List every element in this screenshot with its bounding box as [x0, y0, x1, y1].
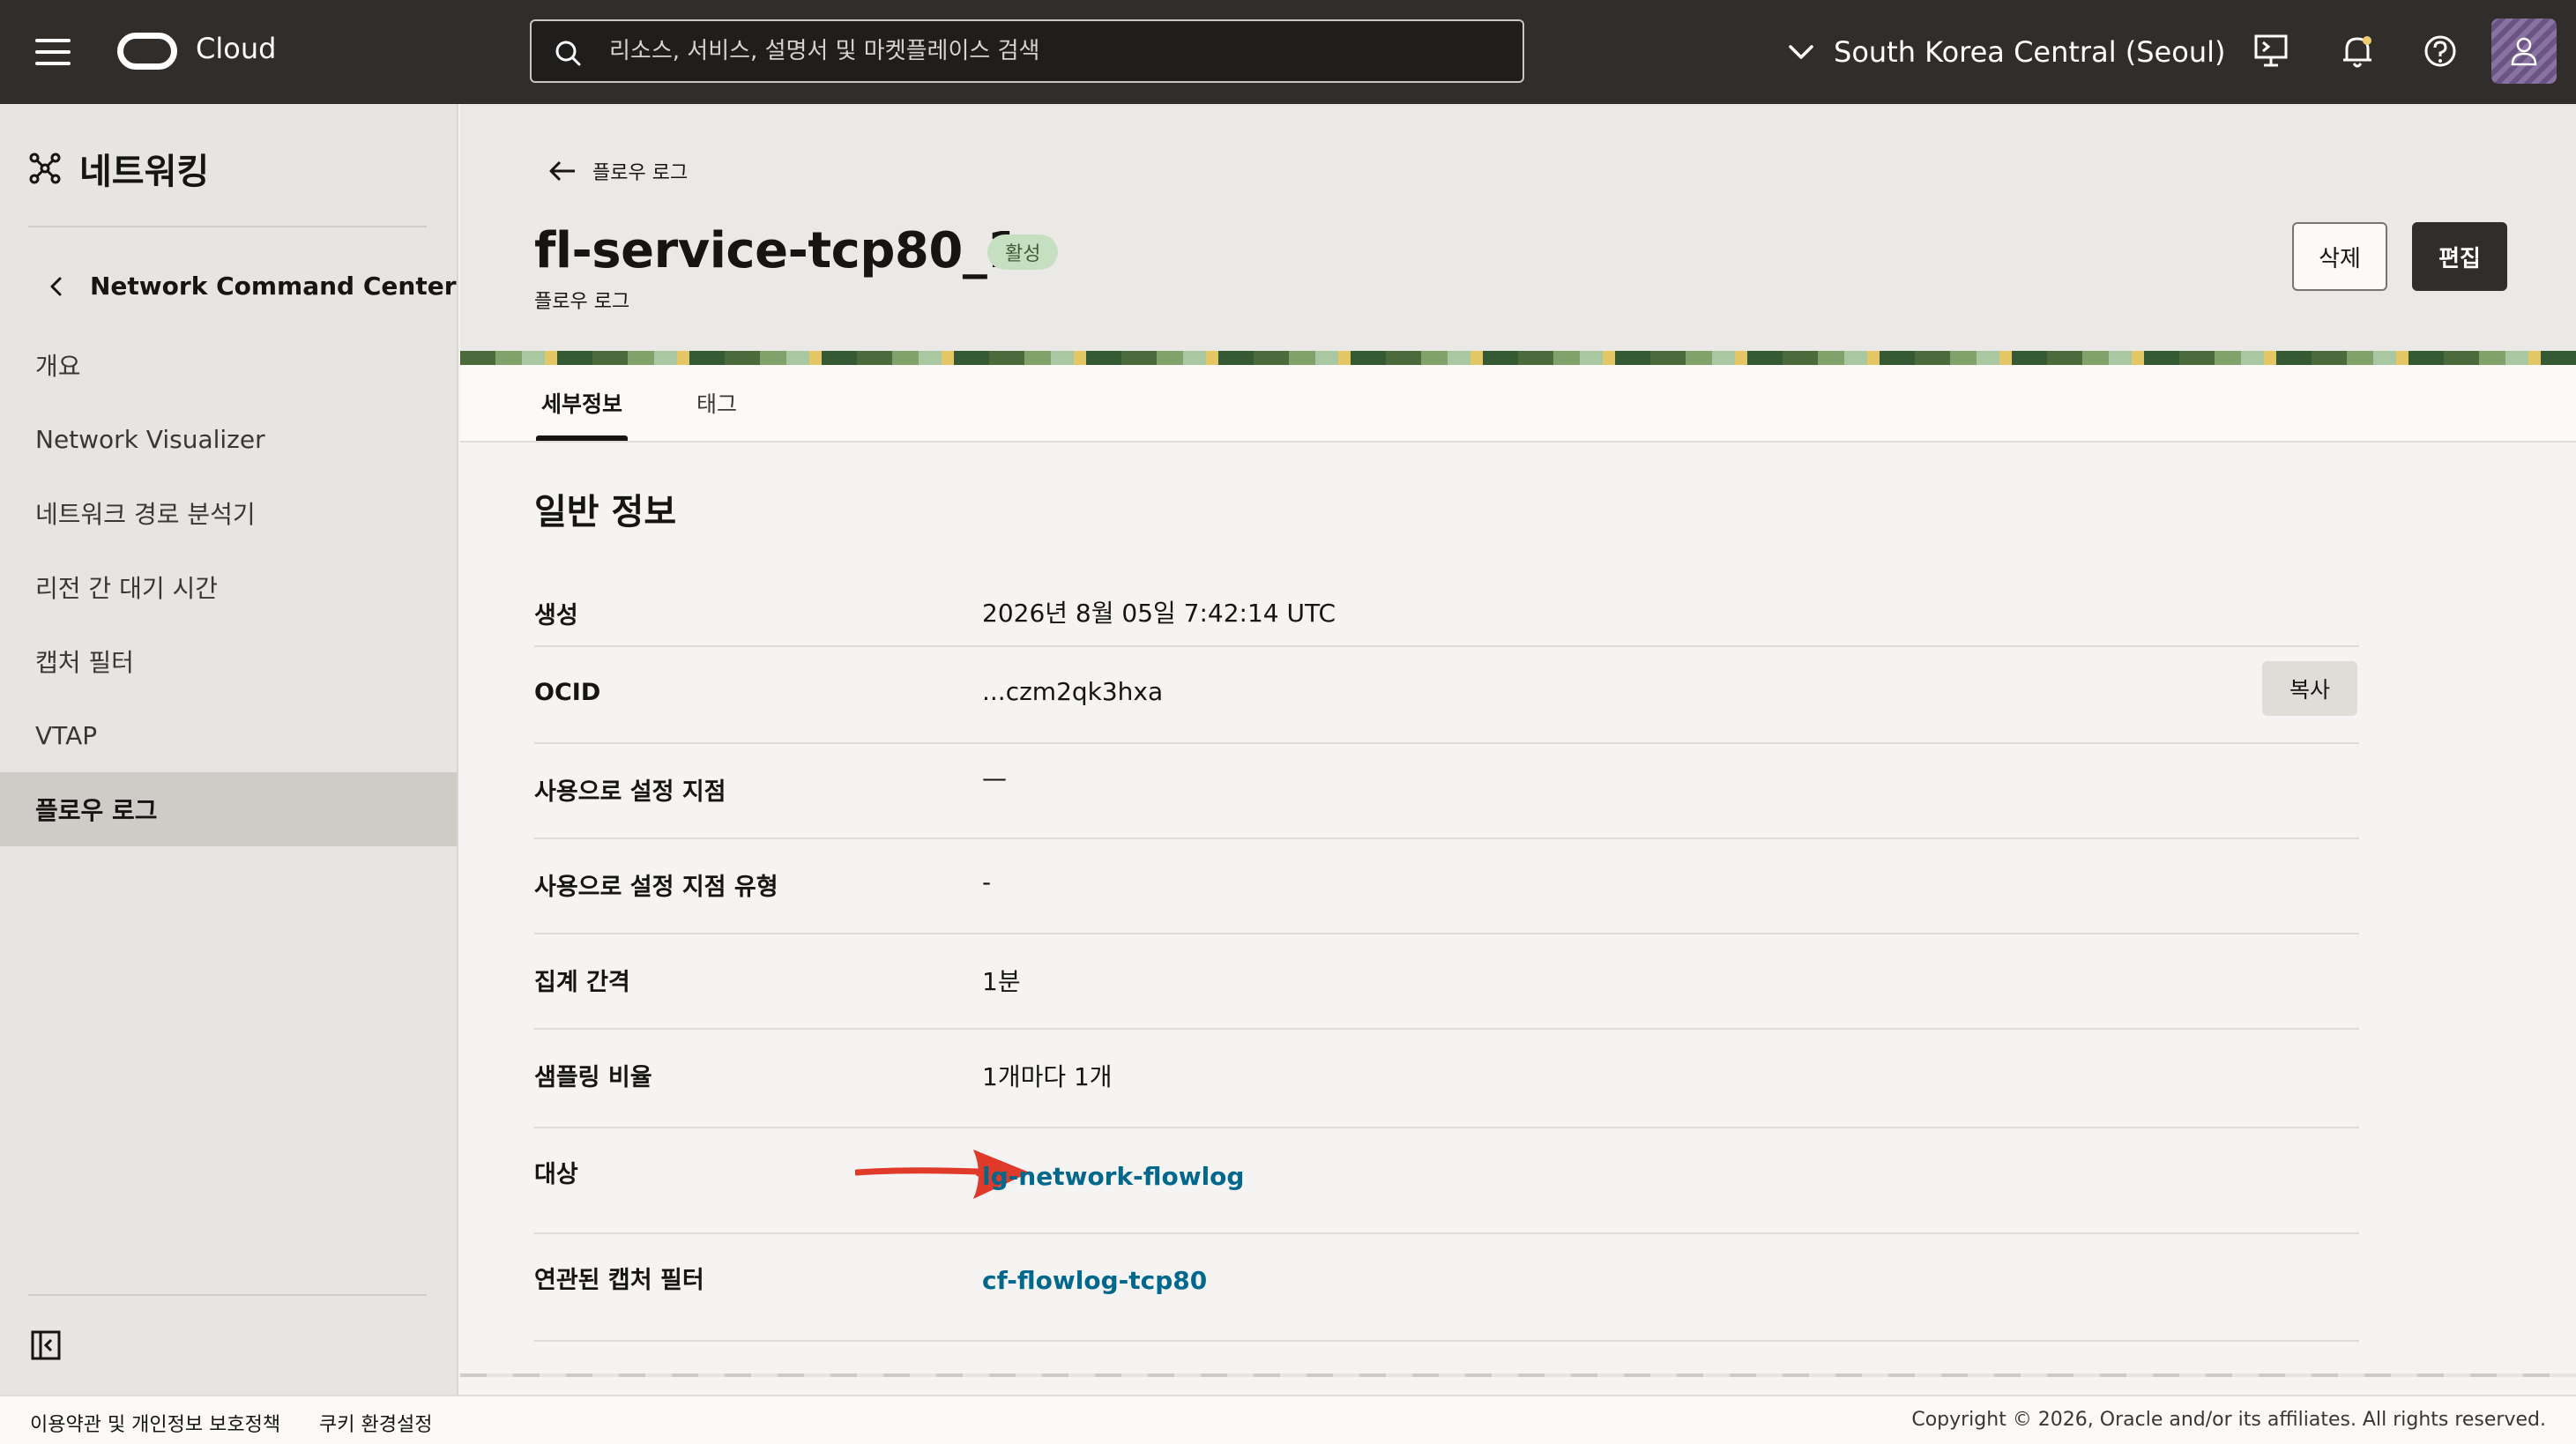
- row-label: 대상: [534, 1161, 578, 1188]
- detail-row-capture-filter: 연관된 캡처 필터 cf-flowlog-tcp80: [534, 1234, 2359, 1342]
- collapse-sidebar-icon[interactable]: [30, 1329, 62, 1361]
- row-label: 샘플링 비율: [534, 1064, 652, 1091]
- details-panel: 일반 정보 생성 2026년 8월 05일 7:42:14 UTC OCID .…: [460, 444, 2576, 1377]
- cloud-shell-icon[interactable]: [2252, 32, 2290, 71]
- breadcrumb[interactable]: 플로우 로그: [548, 157, 688, 185]
- sidebar-header: 네트워킹: [28, 143, 209, 194]
- copy-ocid-button[interactable]: 복사: [2262, 661, 2357, 716]
- sidebar-item-vtap[interactable]: VTAP: [0, 698, 457, 772]
- oracle-logo-icon[interactable]: [117, 33, 177, 70]
- sidebar: 네트워킹 Network Command Center 개요 Network V…: [0, 104, 458, 1395]
- row-label: 집계 간격: [534, 969, 630, 996]
- row-label: 사용으로 설정 지점 유형: [534, 874, 778, 901]
- row-label: 사용으로 설정 지점: [534, 778, 726, 806]
- log-group-link[interactable]: lg-network-flowlog: [982, 1162, 1244, 1191]
- tab-tags[interactable]: 태그: [696, 365, 737, 441]
- copyright-text: Copyright © 2026, Oracle and/or its affi…: [1911, 1409, 2546, 1431]
- menu-icon[interactable]: [35, 39, 71, 65]
- tab-details[interactable]: 세부정보: [535, 365, 629, 441]
- region-label: South Korea Central (Seoul): [1834, 35, 2226, 69]
- user-avatar[interactable]: [2491, 19, 2557, 84]
- chevron-down-icon: [1789, 45, 1813, 59]
- tab-bar: 세부정보 태그: [460, 365, 2576, 443]
- cookie-preferences-link[interactable]: 쿠키 환경설정: [319, 1409, 432, 1437]
- detail-row-sampling-rate: 샘플링 비율 1개마다 1개: [534, 1030, 2359, 1128]
- row-label: 생성: [534, 602, 578, 629]
- decorative-banner: [460, 351, 2576, 365]
- brand-label[interactable]: Cloud: [196, 32, 276, 65]
- detail-row-destination: 대상 lg-network-flowlog: [534, 1128, 2359, 1234]
- sidebar-item-network-path-analyzer[interactable]: 네트워크 경로 분석기: [0, 476, 457, 550]
- top-bar: Cloud South Korea Central (Seoul): [0, 0, 2576, 104]
- footer: 이용약관 및 개인정보 보호정책 쿠키 환경설정 Copyright © 202…: [0, 1395, 2576, 1444]
- region-selector[interactable]: South Korea Central (Seoul): [1788, 30, 2225, 74]
- notification-bell-icon[interactable]: [2338, 32, 2377, 71]
- sidebar-item-overview[interactable]: 개요: [0, 328, 457, 402]
- row-label: 연관된 캡처 필터: [534, 1267, 704, 1294]
- user-icon: [2511, 37, 2537, 66]
- search-icon: [555, 41, 581, 66]
- detail-row-aggregation-interval: 집계 간격 1분: [534, 934, 2359, 1030]
- row-value: -: [982, 867, 992, 897]
- sidebar-item-capture-filters[interactable]: 캡처 필터: [0, 624, 457, 698]
- page-header: 플로우 로그 fl-service-tcp80_1 활성 플로우 로그 삭제 편…: [460, 104, 2576, 365]
- back-row-label: Network Command Center: [90, 272, 457, 301]
- content-bottom-edge: [460, 1373, 2576, 1377]
- sidebar-item-network-visualizer[interactable]: Network Visualizer: [0, 402, 457, 476]
- page-subtitle: 플로우 로그: [534, 291, 630, 313]
- search-box[interactable]: [530, 19, 1524, 83]
- edit-button[interactable]: 편집: [2412, 222, 2507, 291]
- sidebar-divider: [28, 226, 427, 227]
- arrow-left-icon: [549, 160, 575, 182]
- search-input[interactable]: [609, 33, 1491, 69]
- sidebar-bottom-divider: [28, 1294, 427, 1296]
- detail-row-created: 생성 2026년 8월 05일 7:42:14 UTC: [534, 573, 2359, 647]
- page-title: fl-service-tcp80_1: [534, 222, 1021, 279]
- delete-button[interactable]: 삭제: [2292, 222, 2387, 291]
- section-title: 일반 정보: [534, 492, 677, 532]
- row-label: OCID: [534, 679, 601, 706]
- back-to-network-command-center[interactable]: Network Command Center: [49, 272, 457, 301]
- networking-icon: [29, 153, 61, 184]
- status-badge: 활성: [987, 234, 1059, 270]
- detail-row-enabled-at: 사용으로 설정 지점 —: [534, 744, 2359, 839]
- row-value: 2026년 8월 05일 7:42:14 UTC: [982, 599, 1336, 628]
- capture-filter-link[interactable]: cf-flowlog-tcp80: [982, 1266, 1207, 1295]
- chevron-left-icon: [50, 277, 62, 295]
- sidebar-title: 네트워킹: [79, 152, 210, 192]
- ocid-value: ...czm2qk3hxa: [982, 677, 1164, 706]
- breadcrumb-label: 플로우 로그: [592, 162, 689, 184]
- detail-row-enabled-at-type: 사용으로 설정 지점 유형 -: [534, 839, 2359, 934]
- row-value: —: [982, 763, 1007, 793]
- detail-row-ocid: OCID ...czm2qk3hxa 복사: [534, 647, 2359, 744]
- row-value: 1개마다 1개: [982, 1062, 1113, 1091]
- sidebar-item-inter-region-latency[interactable]: 리전 간 대기 시간: [0, 550, 457, 624]
- help-icon[interactable]: [2421, 32, 2460, 71]
- sidebar-item-flow-logs[interactable]: 플로우 로그: [0, 772, 457, 846]
- terms-link[interactable]: 이용약관 및 개인정보 보호정책: [30, 1409, 280, 1437]
- row-value: 1분: [982, 967, 1021, 996]
